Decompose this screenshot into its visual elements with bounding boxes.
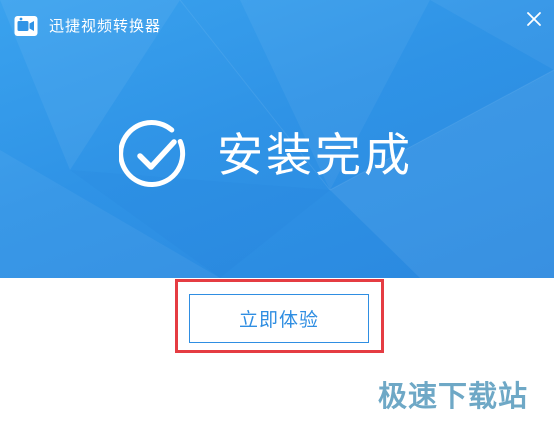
close-icon[interactable] (524, 9, 544, 29)
header-banner: 迅捷视频转换器 安装完成 (0, 0, 554, 278)
check-circle-icon (118, 119, 191, 191)
camera-app-icon (14, 15, 38, 37)
try-now-button[interactable]: 立即体验 (189, 294, 369, 343)
watermark-text: 极速下载站 (378, 379, 529, 413)
window-title: 迅捷视频转换器 (49, 17, 162, 35)
install-complete-title: 安装完成 (217, 128, 413, 182)
title-bar: 迅捷视频转换器 (0, 0, 554, 46)
